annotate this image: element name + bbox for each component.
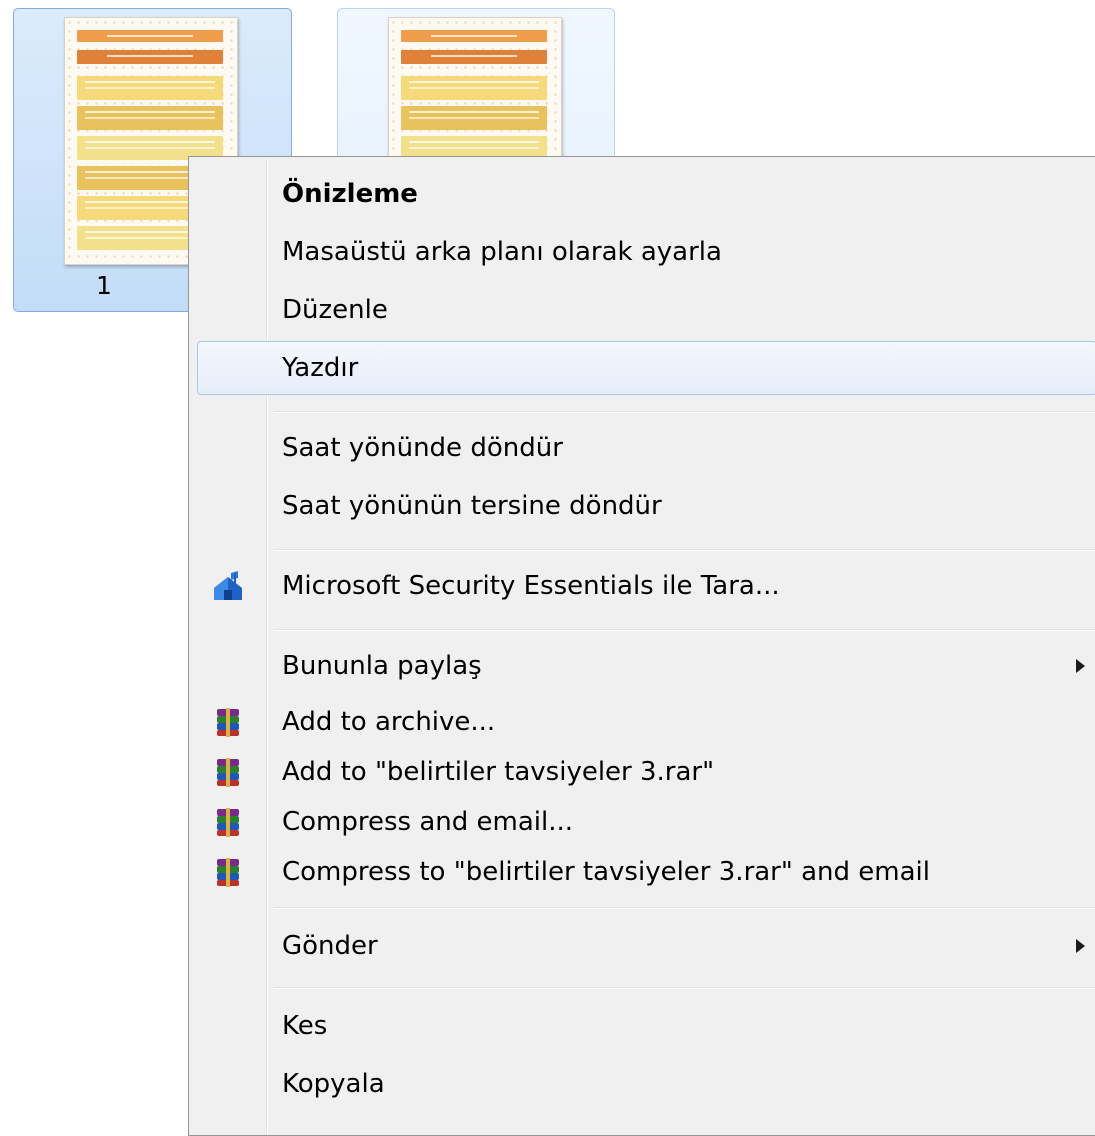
menu-item-label: Bununla paylaş [282, 651, 482, 681]
context-menu: Önizleme Masaüstü arka planı olarak ayar… [188, 156, 1095, 1136]
menu-separator [274, 907, 1095, 909]
file-name-label: 1 [96, 271, 112, 300]
menu-item-label: Microsoft Security Essentials ile Tara..… [282, 571, 780, 601]
menu-item-cut[interactable]: Kes [197, 999, 1095, 1053]
menu-item-label: Compress to "belirtiler tavsiyeler 3.rar… [282, 857, 930, 887]
menu-item-rotate-counterclockwise[interactable]: Saat yönünün tersine döndür [197, 479, 1095, 533]
winrar-icon [217, 858, 239, 887]
menu-item-send-to[interactable]: Gönder [197, 919, 1095, 973]
menu-item-rotate-clockwise[interactable]: Saat yönünde döndür [197, 421, 1095, 475]
menu-item-label: Add to archive... [282, 707, 496, 737]
menu-item-label: Gönder [282, 931, 378, 961]
menu-item-add-to-archive[interactable]: Add to archive... [197, 697, 1095, 747]
menu-item-label: Saat yönünün tersine döndür [282, 491, 662, 521]
submenu-arrow-icon [1076, 939, 1085, 953]
menu-item-label: Compress and email... [282, 807, 574, 837]
menu-item-label: Kes [282, 1011, 328, 1041]
menu-item-copy[interactable]: Kopyala [197, 1057, 1095, 1111]
menu-item-mse-scan[interactable]: Microsoft Security Essentials ile Tara..… [197, 559, 1095, 613]
winrar-icon [217, 758, 239, 787]
winrar-icon [217, 708, 239, 737]
menu-item-label: Yazdır [282, 353, 359, 383]
menu-separator [274, 987, 1095, 989]
menu-separator [274, 629, 1095, 631]
menu-item-preview[interactable]: Önizleme [197, 167, 1095, 221]
menu-item-label: Düzenle [282, 295, 388, 325]
menu-item-label: Masaüstü arka planı olarak ayarla [282, 237, 722, 267]
menu-item-compress-email[interactable]: Compress and email... [197, 797, 1095, 847]
menu-item-add-to-rar[interactable]: Add to "belirtiler tavsiyeler 3.rar" [197, 747, 1095, 797]
menu-item-edit[interactable]: Düzenle [197, 283, 1095, 337]
menu-item-set-desktop-background[interactable]: Masaüstü arka planı olarak ayarla [197, 225, 1095, 279]
menu-item-compress-rar-email[interactable]: Compress to "belirtiler tavsiyeler 3.rar… [197, 847, 1095, 897]
winrar-icon [217, 808, 239, 837]
menu-item-print[interactable]: Yazdır [197, 341, 1095, 395]
menu-item-share-with[interactable]: Bununla paylaş [197, 639, 1095, 693]
menu-item-label: Kopyala [282, 1069, 385, 1099]
security-essentials-icon [214, 571, 242, 600]
menu-item-label: Saat yönünde döndür [282, 433, 563, 463]
submenu-arrow-icon [1076, 659, 1085, 673]
menu-item-label: Önizleme [282, 179, 418, 209]
menu-separator [274, 549, 1095, 551]
menu-separator [274, 411, 1095, 413]
menu-item-label: Add to "belirtiler tavsiyeler 3.rar" [282, 757, 715, 787]
